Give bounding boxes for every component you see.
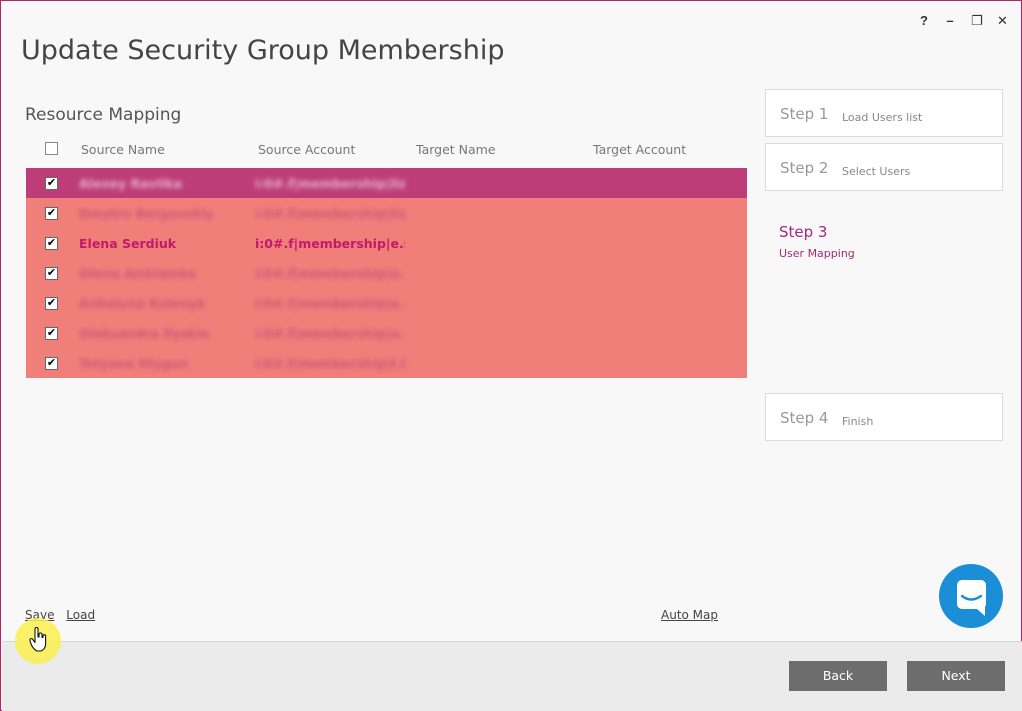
- row-checkbox[interactable]: ✔: [45, 327, 58, 340]
- step-number: Step 2: [780, 159, 829, 177]
- step-number: Step 4: [780, 409, 829, 427]
- step-4[interactable]: Step 4 Finish: [765, 393, 1003, 441]
- table-row[interactable]: ✔ Tetyana Hlygun i:0#.f|membership|t.h..…: [26, 348, 747, 378]
- source-account-cell: i:0#.f|membership|t.h...: [255, 356, 405, 371]
- source-account-cell: i:0#.f|membership|o.i...: [255, 326, 405, 341]
- source-account-cell: i:0#.f|membership|e.s...: [255, 236, 405, 251]
- table-header: Source Name Source Account Target Name T…: [26, 139, 747, 161]
- auto-map-link[interactable]: Auto Map: [661, 608, 718, 622]
- column-header-source-name[interactable]: Source Name: [81, 142, 165, 157]
- help-icon[interactable]: ?: [919, 13, 929, 29]
- step-label: User Mapping: [779, 247, 855, 260]
- load-link[interactable]: Load: [66, 608, 95, 622]
- source-name-cell: Dmytro Bergovskiy: [79, 206, 214, 221]
- app-window: ? – ❐ ✕ Update Security Group Membership…: [0, 0, 1022, 711]
- column-header-source-account[interactable]: Source Account: [258, 142, 355, 157]
- auto-map-container: Auto Map: [661, 608, 718, 622]
- source-account-cell: i:0#.f|membership|lizk...: [255, 176, 405, 191]
- table-row[interactable]: ✔ Alexey Ravlika i:0#.f|membership|lizk.…: [26, 168, 747, 198]
- source-account-cell: i:0#.f|membership|a.k...: [255, 296, 405, 311]
- row-checkbox[interactable]: ✔: [45, 297, 58, 310]
- titlebar-controls: ? – ❐ ✕: [919, 13, 1008, 29]
- source-name-cell: Anhelyna Kolenyk: [79, 296, 206, 311]
- step-label: Select Users: [842, 165, 911, 178]
- source-account-cell: i:0#.f|membership|lizk...: [255, 206, 405, 221]
- row-checkbox[interactable]: ✔: [45, 237, 58, 250]
- hand-pointer-icon: [29, 627, 47, 652]
- column-header-target-account[interactable]: Target Account: [593, 142, 686, 157]
- table-row[interactable]: ✔ Dmytro Bergovskiy i:0#.f|membership|li…: [26, 198, 747, 228]
- footer-bar: Back Next: [2, 641, 1022, 711]
- close-icon[interactable]: ✕: [997, 13, 1008, 29]
- column-header-target-name[interactable]: Target Name: [416, 142, 496, 157]
- table-row[interactable]: ✔ Olena Andrienko i:0#.f|membership|o.a.…: [26, 258, 747, 288]
- restore-icon[interactable]: ❐: [971, 13, 983, 29]
- minimize-icon[interactable]: –: [945, 13, 955, 29]
- source-name-cell: Alexey Ravlika: [79, 176, 183, 191]
- source-name-cell: Oleksandra Ilyskin: [79, 326, 210, 341]
- step-label: Finish: [842, 415, 874, 428]
- table-row[interactable]: ✔ Oleksandra Ilyskin i:0#.f|membership|o…: [26, 318, 747, 348]
- section-title: Resource Mapping: [25, 105, 182, 125]
- chat-bubble-icon: [957, 580, 986, 616]
- table-row[interactable]: ✔ Elena Serdiuk i:0#.f|membership|e.s...: [26, 228, 747, 258]
- step-2[interactable]: Step 2 Select Users: [765, 143, 1003, 191]
- table-row[interactable]: ✔ Anhelyna Kolenyk i:0#.f|membership|a.k…: [26, 288, 747, 318]
- back-button[interactable]: Back: [789, 661, 887, 691]
- next-button[interactable]: Next: [907, 661, 1005, 691]
- step-number: Step 3: [779, 223, 828, 241]
- chat-button[interactable]: [939, 564, 1003, 628]
- source-name-cell: Tetyana Hlygun: [79, 356, 189, 371]
- row-checkbox[interactable]: ✔: [45, 357, 58, 370]
- row-checkbox[interactable]: ✔: [45, 177, 58, 190]
- source-name-cell: Olena Andrienko: [79, 266, 196, 281]
- source-account-cell: i:0#.f|membership|o.a...: [255, 266, 405, 281]
- row-checkbox[interactable]: ✔: [45, 267, 58, 280]
- mapping-table-rows: ✔ Alexey Ravlika i:0#.f|membership|lizk.…: [26, 168, 747, 378]
- dialog-title: Update Security Group Membership: [21, 35, 505, 66]
- row-checkbox[interactable]: ✔: [45, 207, 58, 220]
- select-all-checkbox[interactable]: [45, 142, 58, 155]
- step-3-active[interactable]: Step 3 User Mapping: [765, 89, 1003, 260]
- source-name-cell: Elena Serdiuk: [79, 236, 177, 251]
